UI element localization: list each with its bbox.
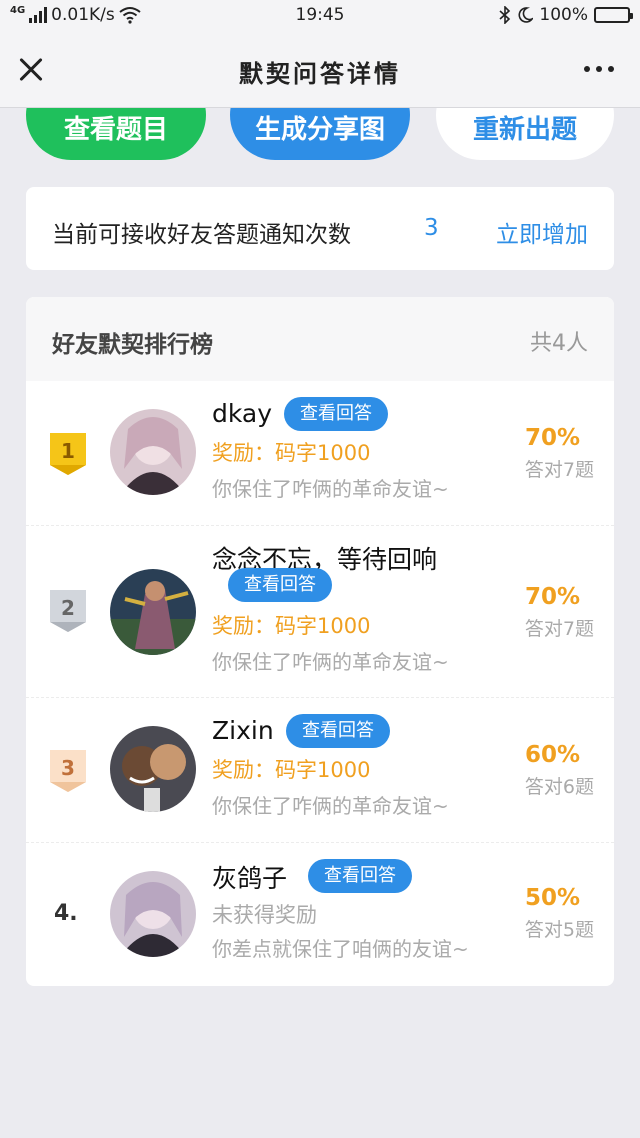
match-percent: 70%: [524, 584, 580, 610]
view-questions-button[interactable]: 查看题目: [26, 108, 206, 160]
notification-card: 当前可接收好友答题通知次数 3 立即增加: [26, 187, 614, 270]
view-answer-button[interactable]: 查看回答: [286, 714, 390, 748]
avatar[interactable]: [110, 871, 196, 957]
rank-badge-silver: 2: [46, 586, 90, 634]
correct-count: 答对7题: [524, 618, 594, 640]
action-buttons: 查看题目 生成分享图 重新出题: [0, 108, 640, 164]
view-answer-button[interactable]: 查看回答: [284, 397, 388, 431]
friend-name: dkay: [212, 399, 273, 428]
leaderboard-header: 好友默契排行榜 共4人: [26, 297, 614, 381]
rank-badge-gold: 1: [46, 429, 90, 477]
friend-name: 灰鸽子: [212, 864, 288, 893]
rank-number: 4.: [54, 901, 78, 926]
status-bar: 4G 0.01K/s 19:45 100%: [0, 0, 640, 32]
view-answer-button[interactable]: 查看回答: [308, 859, 412, 893]
leaderboard: 好友默契排行榜 共4人 1 dkay 查看回答 奖励：码字1000 你保住了咋俩…: [26, 297, 614, 986]
leaderboard-title: 好友默契排行榜: [52, 332, 213, 358]
friend-name: Zixin: [212, 716, 274, 745]
comment-text: 你保住了咋俩的革命友谊~: [212, 477, 449, 501]
leaderboard-row[interactable]: 2 念念不忘，等待回响 查看回答 奖励：码字1000 你保住了咋俩的革命友谊~ …: [26, 526, 614, 698]
leaderboard-row[interactable]: 1 dkay 查看回答 奖励：码字1000 你保住了咋俩的革命友谊~ 70% 答…: [26, 381, 614, 526]
comment-text: 你差点就保住了咱俩的友谊~: [212, 937, 469, 961]
page-title: 默契问答详情: [239, 59, 401, 88]
avatar[interactable]: [110, 409, 196, 495]
add-notifications-link[interactable]: 立即增加: [496, 215, 588, 249]
battery-icon: [594, 7, 633, 23]
reset-questions-button[interactable]: 重新出题: [436, 108, 614, 160]
leaderboard-row[interactable]: 3 Zixin 查看回答 奖励：码字1000 你保住了咋俩的革命友谊~ 60% …: [26, 698, 614, 843]
more-icon[interactable]: [584, 66, 614, 72]
generate-share-button[interactable]: 生成分享图: [230, 108, 410, 160]
reward-text: 奖励：码字1000: [212, 758, 371, 782]
reward-text: 未获得奖励: [212, 903, 317, 927]
nav-bar: 默契问答详情: [0, 32, 640, 108]
correct-count: 答对7题: [524, 459, 594, 481]
match-percent: 50%: [524, 885, 580, 911]
rank-badge-bronze: 3: [46, 746, 90, 794]
match-percent: 60%: [524, 742, 580, 768]
comment-text: 你保住了咋俩的革命友谊~: [212, 650, 449, 674]
moon-icon: [518, 7, 534, 23]
notification-count: 3: [424, 215, 439, 241]
reward-text: 奖励：码字1000: [212, 614, 371, 638]
match-percent: 70%: [524, 425, 580, 451]
correct-count: 答对5题: [524, 919, 594, 941]
notification-text: 当前可接收好友答题通知次数: [52, 222, 351, 248]
status-right: 100%: [499, 5, 633, 25]
comment-text: 你保住了咋俩的革命友谊~: [212, 794, 449, 818]
avatar[interactable]: [110, 726, 196, 812]
leaderboard-row[interactable]: 4. 灰鸽子 查看回答 未获得奖励 你差点就保住了咱俩的友谊~ 50% 答对5题: [26, 843, 614, 986]
battery-percent: 100%: [539, 5, 588, 25]
bluetooth-icon: [499, 6, 511, 24]
avatar[interactable]: [110, 569, 196, 655]
reward-text: 奖励：码字1000: [212, 441, 371, 465]
view-answer-button[interactable]: 查看回答: [228, 568, 332, 602]
correct-count: 答对6题: [524, 776, 594, 798]
leaderboard-total: 共4人: [530, 331, 588, 356]
